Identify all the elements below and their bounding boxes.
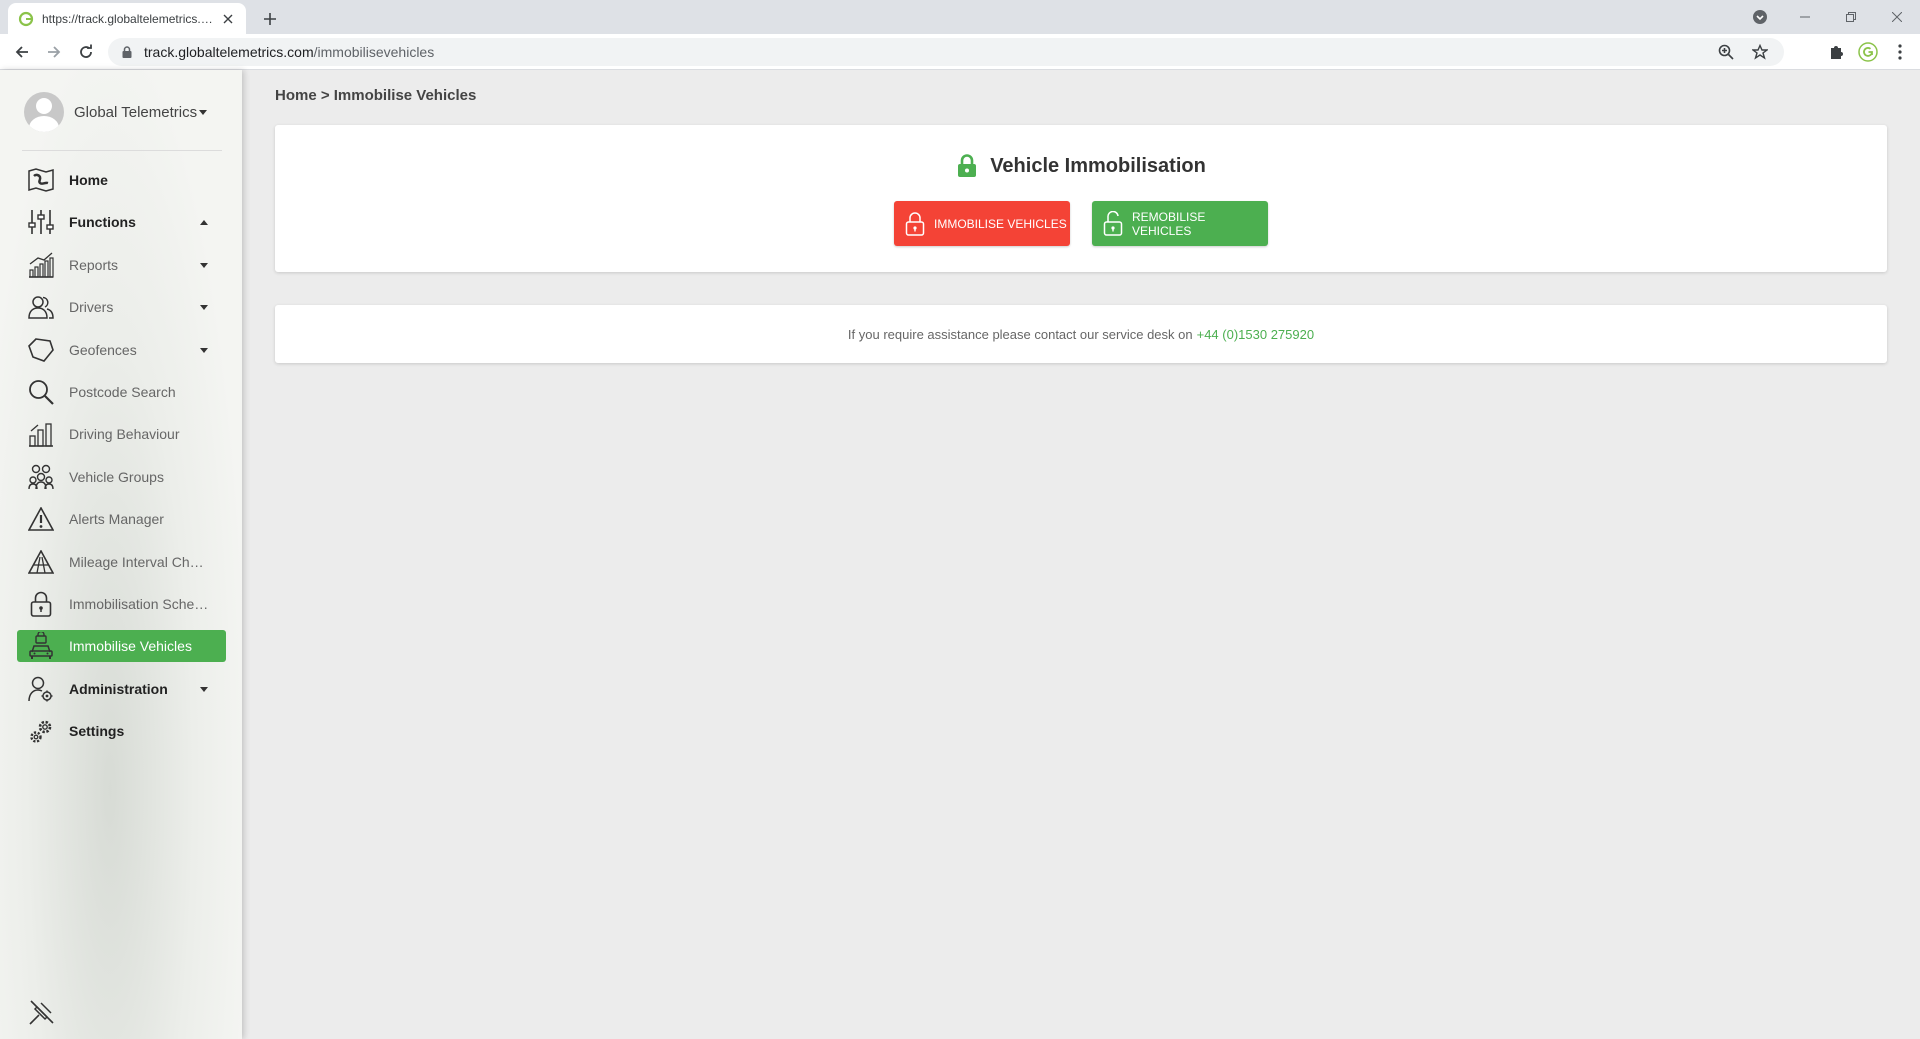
back-arrow-icon[interactable] <box>10 40 34 64</box>
remobilise-button-label: REMOBILISE VEHICLES <box>1132 209 1206 238</box>
sidebar: Global Telemetrics Home Functions Report… <box>0 70 242 1039</box>
sidebar-item-immobilise-vehicles[interactable]: Immobilise Vehicles <box>17 630 226 663</box>
chevron-down-icon <box>200 347 208 353</box>
sidebar-item-postcode-search[interactable]: Postcode Search <box>17 376 226 408</box>
car-lock-icon <box>27 632 55 660</box>
unlock-icon <box>1102 210 1124 237</box>
sidebar-item-label: Geofences <box>69 341 137 358</box>
map-icon <box>27 166 55 194</box>
card-title-text: Vehicle Immobilisation <box>990 154 1206 177</box>
zoom-icon[interactable] <box>1716 42 1736 62</box>
grammarly-extension-icon[interactable] <box>1856 40 1880 64</box>
chevron-down-icon <box>199 110 208 116</box>
url-path: /immobilisevehicles <box>313 44 435 60</box>
url-host: track.globaltelemetrics.com <box>144 44 314 60</box>
behaviour-chart-icon <box>27 420 55 448</box>
sidebar-item-label: Immobilise Vehicles <box>69 638 192 655</box>
help-text: If you require assistance please contact… <box>847 326 1193 342</box>
user-name: Global Telemetrics <box>74 103 208 121</box>
sidebar-item-geofences[interactable]: Geofences <box>17 334 226 366</box>
sidebar-item-label: Functions <box>69 214 136 231</box>
breadcrumb: Home > Immobilise Vehicles <box>275 87 477 104</box>
user-menu[interactable]: Global Telemetrics <box>24 92 208 132</box>
avatar <box>24 92 64 132</box>
restore-icon[interactable] <box>1828 0 1874 34</box>
immobilisation-card: Vehicle Immobilisation IMMOBILISE VEHICL… <box>275 125 1887 272</box>
sidebar-item-mileage-interval-check[interactable]: Mileage Interval Check <box>17 546 226 578</box>
sidebar-item-label: Immobilisation Schedule <box>69 595 209 612</box>
browser-tabstrip: https://track.globaltelemetrics.com/immo… <box>0 0 1920 34</box>
lock-icon <box>904 211 926 237</box>
remobilise-vehicles-button[interactable]: REMOBILISE VEHICLES <box>1092 201 1268 246</box>
sidebar-item-functions[interactable]: Functions <box>17 206 226 238</box>
sidebar-menu: Home Functions Reports Drivers Geofences… <box>17 164 226 757</box>
sidebar-item-label: Mileage Interval Check <box>69 553 209 570</box>
address-bar[interactable]: track.globaltelemetrics.com/immobiliseve… <box>108 38 1784 66</box>
sidebar-item-label: Driving Behaviour <box>69 426 180 443</box>
gears-icon <box>27 717 55 745</box>
extensions-puzzle-icon[interactable] <box>1824 40 1848 64</box>
sidebar-item-label: Reports <box>69 256 119 273</box>
reload-icon[interactable] <box>74 40 98 64</box>
users-icon <box>27 293 55 321</box>
close-tab-icon[interactable] <box>220 11 236 27</box>
forward-arrow-icon[interactable] <box>42 40 66 64</box>
tab-title: https://track.globaltelemetrics.com/immo… <box>42 11 214 26</box>
browser-toolbar: track.globaltelemetrics.com/immobiliseve… <box>0 34 1920 70</box>
minimize-icon[interactable] <box>1782 0 1828 34</box>
new-tab-icon[interactable] <box>258 7 282 31</box>
service-desk-phone-link[interactable]: +44 (0)1530 275920 <box>1197 327 1314 342</box>
immobilise-vehicles-button[interactable]: IMMOBILISE VEHICLES <box>894 201 1070 246</box>
chevron-down-icon <box>200 305 208 311</box>
admin-user-icon <box>27 675 55 703</box>
chevron-up-icon <box>200 220 208 226</box>
sidebar-item-label: Drivers <box>69 299 114 316</box>
browser-menu-kebab-icon[interactable] <box>1888 40 1912 64</box>
sidebar-item-alerts-manager[interactable]: Alerts Manager <box>17 503 226 535</box>
sidebar-item-administration[interactable]: Administration <box>17 673 226 705</box>
search-icon <box>27 378 55 406</box>
user-name-text: Global Telemetrics <box>74 103 198 121</box>
bar-chart-icon <box>27 251 55 279</box>
sidebar-item-label: Home <box>69 172 108 188</box>
tab-search-icon[interactable] <box>1750 7 1770 27</box>
group-icon <box>27 463 55 491</box>
chevron-down-icon <box>200 262 208 268</box>
sidebar-divider <box>22 150 222 151</box>
sidebar-item-driving-behaviour[interactable]: Driving Behaviour <box>17 418 226 450</box>
window-controls <box>1782 0 1920 34</box>
lock-icon <box>956 153 978 179</box>
lock-icon <box>27 590 55 618</box>
sidebar-item-settings[interactable]: Settings <box>17 715 226 747</box>
sidebar-item-label: Postcode Search <box>69 383 176 400</box>
sidebar-item-label: Vehicle Groups <box>69 468 164 485</box>
padlock-icon[interactable] <box>122 45 136 59</box>
warning-icon <box>27 505 55 533</box>
sidebar-item-label: Administration <box>69 680 168 697</box>
sidebar-item-reports[interactable]: Reports <box>17 249 226 281</box>
unpin-sidebar-icon[interactable] <box>28 998 56 1026</box>
help-card: If you require assistance please contact… <box>275 305 1887 363</box>
page-title: Vehicle Immobilisation <box>275 153 1887 179</box>
sidebar-item-drivers[interactable]: Drivers <box>17 291 226 323</box>
sidebar-item-label: Settings <box>69 723 125 740</box>
globaltelemetrics-favicon-icon <box>18 11 34 27</box>
close-window-icon[interactable] <box>1874 0 1920 34</box>
road-icon <box>27 548 55 576</box>
immobilise-button-label: IMMOBILISE VEHICLES <box>934 216 1067 231</box>
bookmark-star-icon[interactable] <box>1750 42 1770 62</box>
sliders-icon <box>27 208 55 236</box>
sidebar-item-vehicle-groups[interactable]: Vehicle Groups <box>17 461 226 493</box>
chevron-down-icon <box>200 686 208 692</box>
browser-tab[interactable]: https://track.globaltelemetrics.com/immo… <box>8 3 246 34</box>
geofence-icon <box>27 336 55 364</box>
sidebar-item-label: Alerts Manager <box>69 511 164 528</box>
sidebar-item-immobilisation-schedule[interactable]: Immobilisation Schedule <box>17 588 226 620</box>
sidebar-item-home[interactable]: Home <box>17 164 226 196</box>
